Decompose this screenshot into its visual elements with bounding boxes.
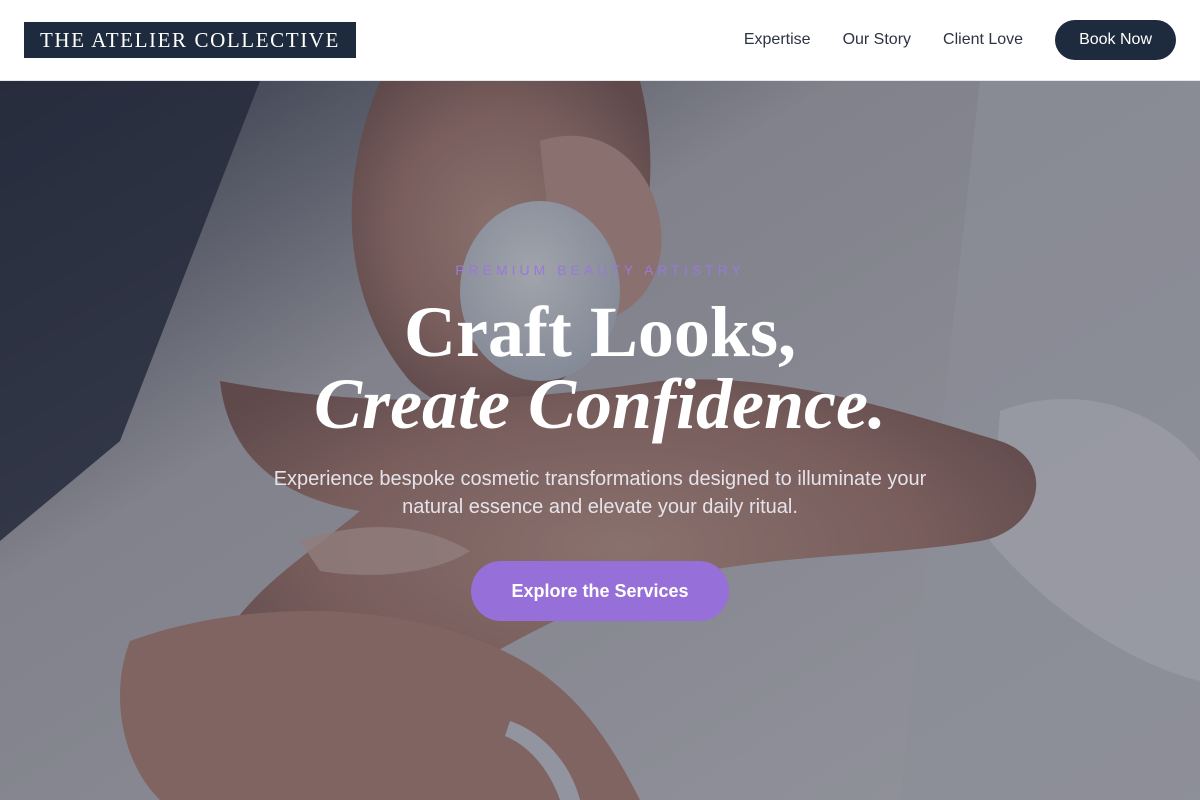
site-header: THE ATELIER COLLECTIVE Expertise Our Sto… <box>0 0 1200 81</box>
hero-headline: Craft Looks, Create Confidence. <box>0 296 1200 440</box>
hero-content: PREMIUM BEAUTY ARTISTRY Craft Looks, Cre… <box>0 81 1200 800</box>
site-logo[interactable]: THE ATELIER COLLECTIVE <box>24 22 356 58</box>
nav-expertise[interactable]: Expertise <box>744 31 811 49</box>
explore-services-button[interactable]: Explore the Services <box>471 561 729 621</box>
book-now-button[interactable]: Book Now <box>1055 20 1176 60</box>
nav-client-love[interactable]: Client Love <box>943 31 1023 49</box>
nav-our-story[interactable]: Our Story <box>843 31 911 49</box>
hero-section: PREMIUM BEAUTY ARTISTRY Craft Looks, Cre… <box>0 81 1200 800</box>
hero-eyebrow: PREMIUM BEAUTY ARTISTRY <box>455 262 745 278</box>
hero-subtitle: Experience bespoke cosmetic transformati… <box>273 468 927 518</box>
hero-headline-line2: Create Confidence. <box>314 364 886 444</box>
hero-headline-line1: Craft Looks, <box>404 292 796 372</box>
main-nav: Expertise Our Story Client Love Book Now <box>744 20 1176 60</box>
